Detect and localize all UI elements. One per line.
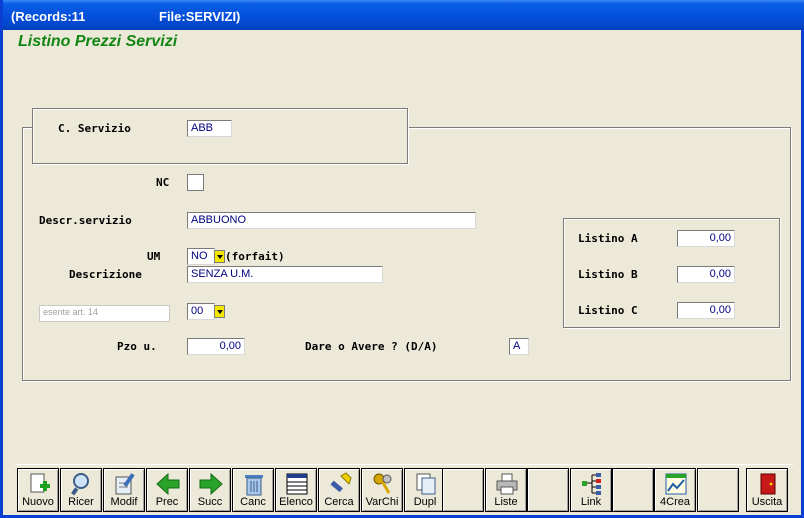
descr-servizio-label: Descr.servizio bbox=[39, 214, 132, 227]
bottom-toolbar: Nuovo Ricer Modif Prec Succ Canc Elenco … bbox=[15, 464, 793, 512]
form-title: Listino Prezzi Servizi bbox=[18, 33, 178, 50]
varchi-button[interactable]: VarChi bbox=[361, 468, 403, 512]
nuovo-label: Nuovo bbox=[22, 496, 54, 508]
succ-label: Succ bbox=[197, 496, 223, 508]
uscita-label: Uscita bbox=[751, 496, 783, 508]
elenco-button[interactable]: Elenco bbox=[275, 468, 317, 512]
elenco-label: Elenco bbox=[279, 496, 313, 508]
descr-servizio-field[interactable]: ABBUONO bbox=[187, 212, 476, 229]
nc-checkbox[interactable] bbox=[187, 174, 204, 191]
edit-document-icon bbox=[115, 473, 135, 495]
listino-a-field[interactable]: 0,00 bbox=[677, 230, 735, 247]
liste-label: Liste bbox=[494, 496, 518, 508]
iva-description-field: esente art. 14 bbox=[39, 305, 170, 322]
main-window: (Records:11 File:SERVIZI) Listino Prezzi… bbox=[0, 0, 804, 518]
title-bar[interactable]: (Records:11 File:SERVIZI) bbox=[3, 0, 804, 30]
dupl-label: Dupl bbox=[413, 496, 437, 508]
trash-icon bbox=[245, 475, 263, 496]
ricer-label: Ricer bbox=[68, 496, 94, 508]
flashlight-icon bbox=[330, 472, 352, 493]
exit-door-icon bbox=[760, 473, 776, 495]
modif-button[interactable]: Modif bbox=[103, 468, 145, 512]
ricer-button[interactable]: Ricer bbox=[60, 468, 102, 512]
nuovo-button[interactable]: Nuovo bbox=[17, 468, 59, 512]
um-label: UM bbox=[147, 250, 161, 263]
nc-label: NC bbox=[156, 176, 170, 189]
liste-button[interactable]: Liste bbox=[485, 468, 527, 512]
link-button[interactable]: Link bbox=[570, 468, 612, 512]
printer-icon bbox=[496, 473, 518, 495]
dare-avere-label: Dare o Avere ? (D/A) bbox=[305, 340, 438, 353]
empty-button-2[interactable] bbox=[527, 468, 569, 512]
um-dropdown-button[interactable] bbox=[214, 250, 225, 263]
prec-button[interactable]: Prec bbox=[146, 468, 188, 512]
list-table-icon bbox=[286, 473, 308, 495]
arrow-right-icon bbox=[199, 472, 223, 496]
new-document-plus-icon bbox=[30, 473, 50, 493]
canc-label: Canc bbox=[240, 496, 266, 508]
prec-label: Prec bbox=[155, 496, 179, 508]
arrow-left-icon bbox=[156, 472, 180, 496]
pzo-label: Pzo u. bbox=[117, 340, 157, 353]
um-field[interactable]: NO bbox=[187, 248, 215, 265]
empty-button-3[interactable] bbox=[612, 468, 654, 512]
records-count: (Records:11 bbox=[11, 9, 86, 24]
4crea-label: 4Crea bbox=[660, 496, 690, 508]
um-hint: (forfait) bbox=[225, 250, 285, 263]
dare-avere-field[interactable]: A bbox=[509, 338, 529, 355]
listino-b-label: Listino B bbox=[578, 268, 638, 281]
uscita-button[interactable]: Uscita bbox=[746, 468, 788, 512]
codice-servizio-label: C. Servizio bbox=[58, 122, 131, 135]
listino-b-field[interactable]: 0,00 bbox=[677, 266, 735, 283]
listino-c-field[interactable]: 0,00 bbox=[677, 302, 735, 319]
succ-button[interactable]: Succ bbox=[189, 468, 231, 512]
iva-code-field[interactable]: 00 bbox=[187, 303, 215, 320]
listino-c-label: Listino C bbox=[578, 304, 638, 317]
cerca-button[interactable]: Cerca bbox=[318, 468, 360, 512]
pzo-field[interactable]: 0,00 bbox=[187, 338, 245, 355]
empty-button-1[interactable] bbox=[442, 468, 484, 512]
iva-dropdown-button[interactable] bbox=[214, 305, 225, 318]
magnifier-icon bbox=[71, 473, 89, 496]
empty-button-4[interactable] bbox=[697, 468, 739, 512]
link-tree-icon bbox=[582, 473, 601, 495]
link-label: Link bbox=[580, 496, 602, 508]
duplicate-icon bbox=[416, 473, 436, 495]
cerca-label: Cerca bbox=[324, 496, 354, 508]
keys-icon bbox=[373, 473, 392, 494]
file-name: File:SERVIZI) bbox=[159, 9, 241, 24]
4crea-button[interactable]: 4Crea bbox=[654, 468, 696, 512]
descrizione-label: Descrizione bbox=[69, 268, 142, 281]
codice-servizio-field[interactable]: ABB bbox=[187, 120, 232, 137]
dupl-button[interactable]: Dupl bbox=[404, 468, 446, 512]
listino-a-label: Listino A bbox=[578, 232, 638, 245]
descrizione-field[interactable]: SENZA U.M. bbox=[187, 266, 383, 283]
modif-label: Modif bbox=[110, 496, 138, 508]
chart-icon bbox=[665, 473, 687, 495]
varchi-label: VarChi bbox=[365, 496, 399, 508]
canc-button[interactable]: Canc bbox=[232, 468, 274, 512]
